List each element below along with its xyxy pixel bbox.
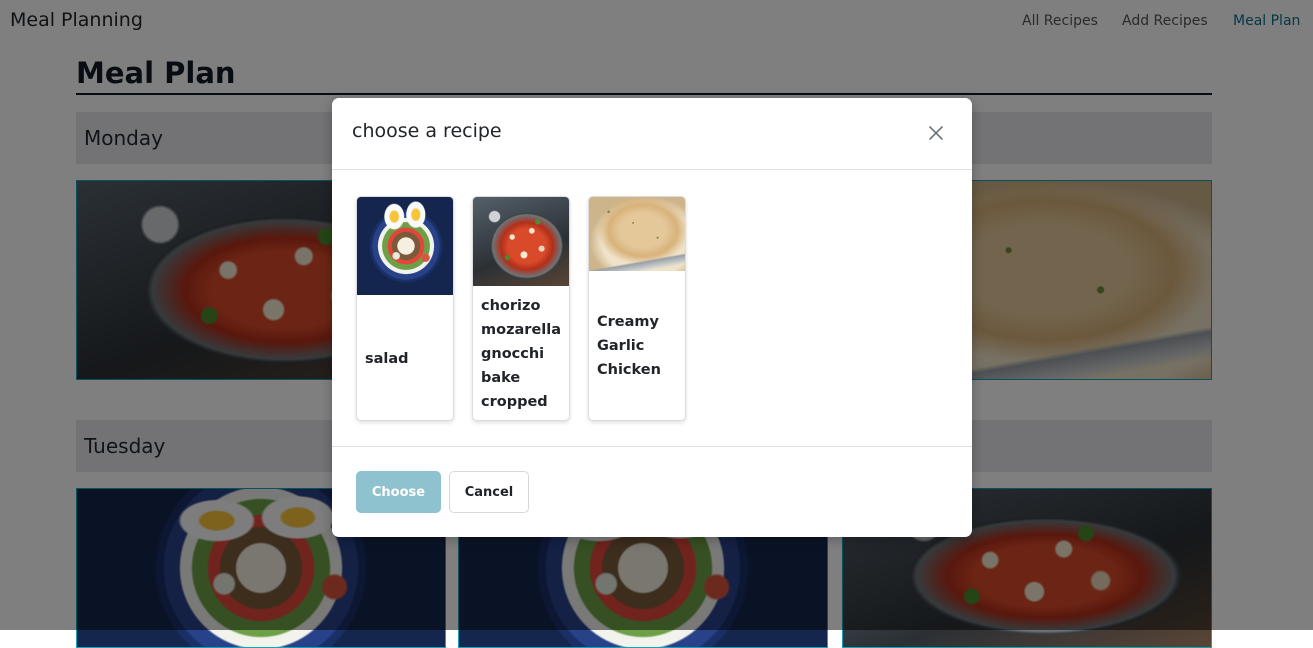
- modal-title: choose a recipe: [352, 120, 502, 142]
- cancel-button[interactable]: Cancel: [449, 471, 529, 513]
- modal-footer: Choose Cancel: [332, 446, 972, 537]
- choose-recipe-modal: choose a recipe salad chorizo mozarella …: [332, 98, 972, 537]
- recipe-card-creamy-garlic-chicken[interactable]: Creamy Garlic Chicken: [588, 196, 686, 421]
- recipe-card-salad[interactable]: salad: [356, 196, 454, 421]
- recipe-label: salad: [365, 351, 409, 367]
- recipe-label: chorizo mozarella gnocchi bake cropped: [481, 298, 562, 410]
- recipe-image-gnocchi-bake: [473, 197, 569, 286]
- modal-header: choose a recipe: [332, 98, 972, 170]
- choose-button[interactable]: Choose: [356, 471, 441, 513]
- recipe-card-gnocchi-bake[interactable]: chorizo mozarella gnocchi bake cropped: [472, 196, 570, 421]
- modal-body: salad chorizo mozarella gnocchi bake cro…: [332, 170, 972, 446]
- close-icon: [928, 121, 944, 146]
- recipe-image-creamy-garlic-chicken: [589, 197, 685, 271]
- close-button[interactable]: [922, 122, 950, 146]
- recipe-image-salad: [357, 197, 453, 295]
- recipe-label: Creamy Garlic Chicken: [597, 314, 661, 378]
